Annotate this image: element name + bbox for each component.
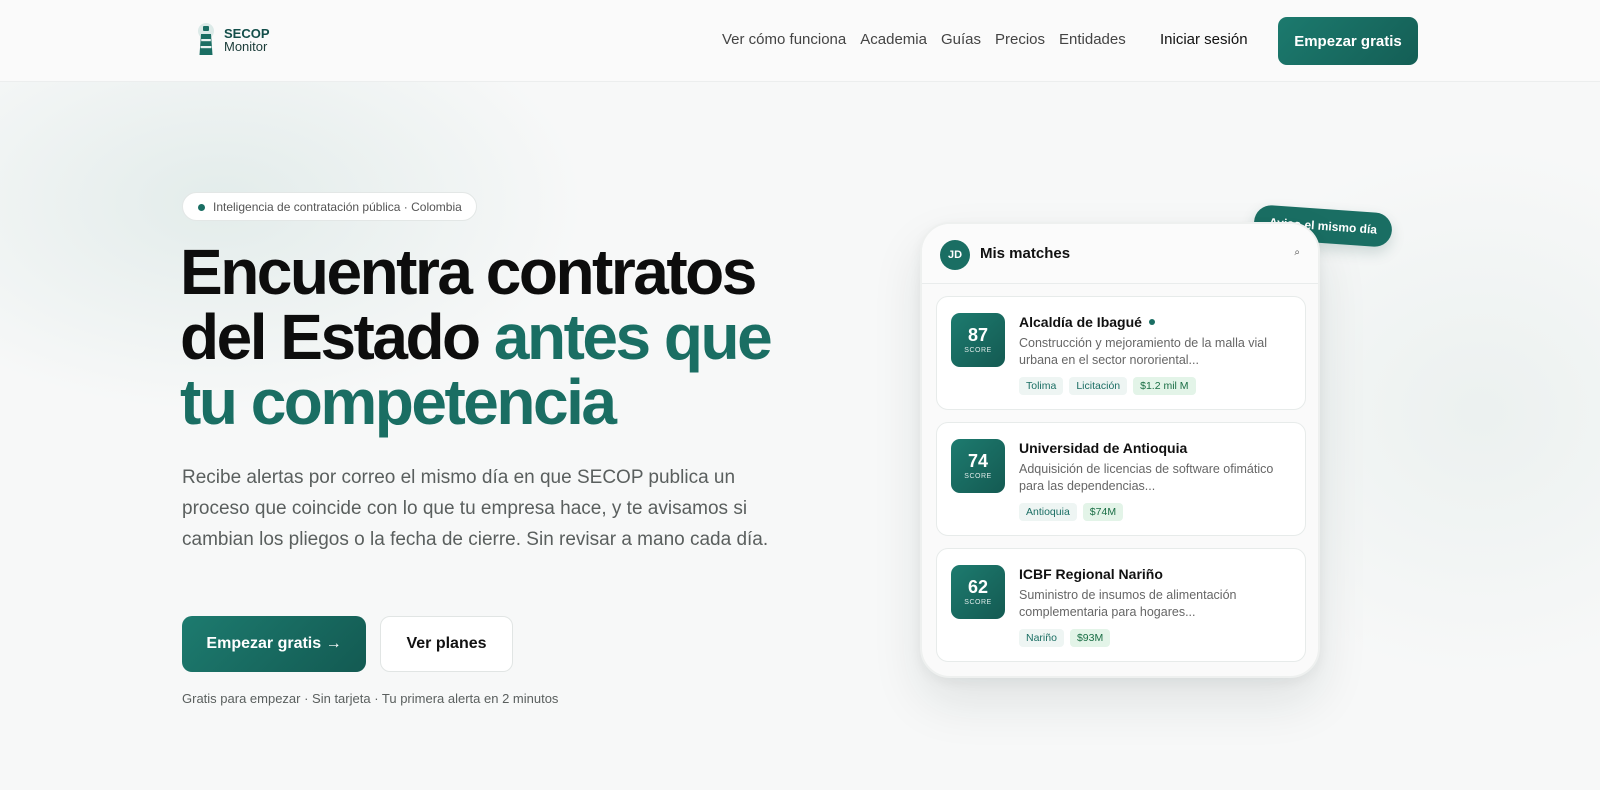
tag-region: Antioquia bbox=[1019, 503, 1077, 521]
match-card[interactable]: 87 SCORE Alcaldía de Ibagué Construcción… bbox=[936, 296, 1306, 410]
match-card[interactable]: 74 SCORE Universidad de Antioquia Adquis… bbox=[936, 422, 1306, 536]
score-badge: 87 SCORE bbox=[951, 313, 1005, 367]
nav-signup-button[interactable]: Empezar gratis bbox=[1278, 17, 1418, 65]
score-value: 62 bbox=[967, 577, 989, 597]
hero-lead: Recibe alertas por correo el mismo día e… bbox=[182, 467, 769, 550]
nav-link-precios[interactable]: Precios bbox=[995, 31, 1045, 48]
score-value: 87 bbox=[967, 325, 989, 345]
score-badge: 74 SCORE bbox=[951, 439, 1005, 493]
tag-region: Tolima bbox=[1019, 377, 1064, 395]
match-entity-name: ICBF Regional Nariño bbox=[1019, 566, 1163, 582]
match-tags: Nariño $93M bbox=[1019, 629, 1111, 647]
logo-line-2: Monitor bbox=[224, 39, 268, 54]
hero-eyebrow-text: Inteligencia de contratación pública · C… bbox=[213, 199, 462, 214]
tag-amount: $93M bbox=[1069, 629, 1111, 647]
nav-link-como-funciona[interactable]: Ver cómo funciona bbox=[722, 31, 846, 48]
status-dot-icon bbox=[198, 204, 205, 211]
nav-link-guias[interactable]: Guías bbox=[941, 31, 981, 48]
new-indicator-icon bbox=[1148, 319, 1155, 325]
score-label: SCORE bbox=[964, 473, 992, 480]
top-nav: SECOP Monitor Ver cómo funciona Academia… bbox=[0, 0, 1600, 82]
tag-modality: Licitación bbox=[1069, 377, 1128, 395]
login-link[interactable]: Iniciar sesión bbox=[1160, 31, 1248, 48]
score-label: SCORE bbox=[964, 599, 992, 606]
match-entity-name: Alcaldía de Ibagué bbox=[1019, 314, 1142, 330]
matches-title: Mis matches bbox=[980, 245, 1071, 262]
lighthouse-icon bbox=[194, 22, 218, 58]
match-tags: Tolima Licitación $1.2 mil M bbox=[1019, 377, 1196, 395]
match-card[interactable]: 62 SCORE ICBF Regional Nariño Suministro… bbox=[936, 548, 1306, 662]
tag-amount: $74M bbox=[1082, 503, 1124, 521]
nav-links: Ver cómo funciona Academia Guías Precios… bbox=[722, 31, 1126, 48]
score-label: SCORE bbox=[964, 347, 992, 354]
match-entity: Universidad de Antioquia bbox=[1019, 440, 1187, 456]
view-plans-button[interactable]: Ver planes bbox=[380, 616, 513, 672]
match-description: Construcción y mejoramiento de la malla … bbox=[1019, 336, 1268, 367]
match-entity: Alcaldía de Ibagué bbox=[1019, 314, 1155, 330]
logo[interactable]: SECOP Monitor bbox=[194, 22, 270, 58]
match-description: Suministro de insumos de alimentación co… bbox=[1019, 588, 1237, 619]
nav-link-academia[interactable]: Academia bbox=[860, 31, 927, 48]
match-entity-name: Universidad de Antioquia bbox=[1019, 440, 1188, 456]
search-icon[interactable]: ⌕ bbox=[1294, 247, 1300, 258]
match-description: Adquisición de licencias de software ofi… bbox=[1019, 462, 1274, 493]
matches-preview-card: JD Mis matches ⌕ 87 SCORE Alcaldía de Ib… bbox=[920, 222, 1320, 678]
matches-header: JD Mis matches ⌕ bbox=[922, 224, 1318, 284]
tag-amount: $1.2 mil M bbox=[1133, 377, 1196, 395]
score-badge: 62 SCORE bbox=[951, 565, 1005, 619]
logo-text: SECOP Monitor bbox=[224, 27, 270, 53]
score-value: 74 bbox=[967, 451, 989, 471]
hero-eyebrow-pill: Inteligencia de contratación pública · C… bbox=[182, 192, 477, 221]
hero-fineprint: Gratis para empezar · Sin tarjeta · Tu p… bbox=[182, 691, 559, 706]
match-entity: ICBF Regional Nariño bbox=[1019, 566, 1163, 582]
avatar: JD bbox=[940, 240, 970, 270]
tag-region: Nariño bbox=[1019, 629, 1064, 647]
nav-link-entidades[interactable]: Entidades bbox=[1059, 31, 1126, 48]
match-tags: Antioquia $74M bbox=[1019, 503, 1124, 521]
hero-signup-button[interactable]: Empezar gratis → bbox=[182, 616, 366, 672]
hero-headline: Encuentra contratos del Estado antes que… bbox=[180, 240, 820, 435]
